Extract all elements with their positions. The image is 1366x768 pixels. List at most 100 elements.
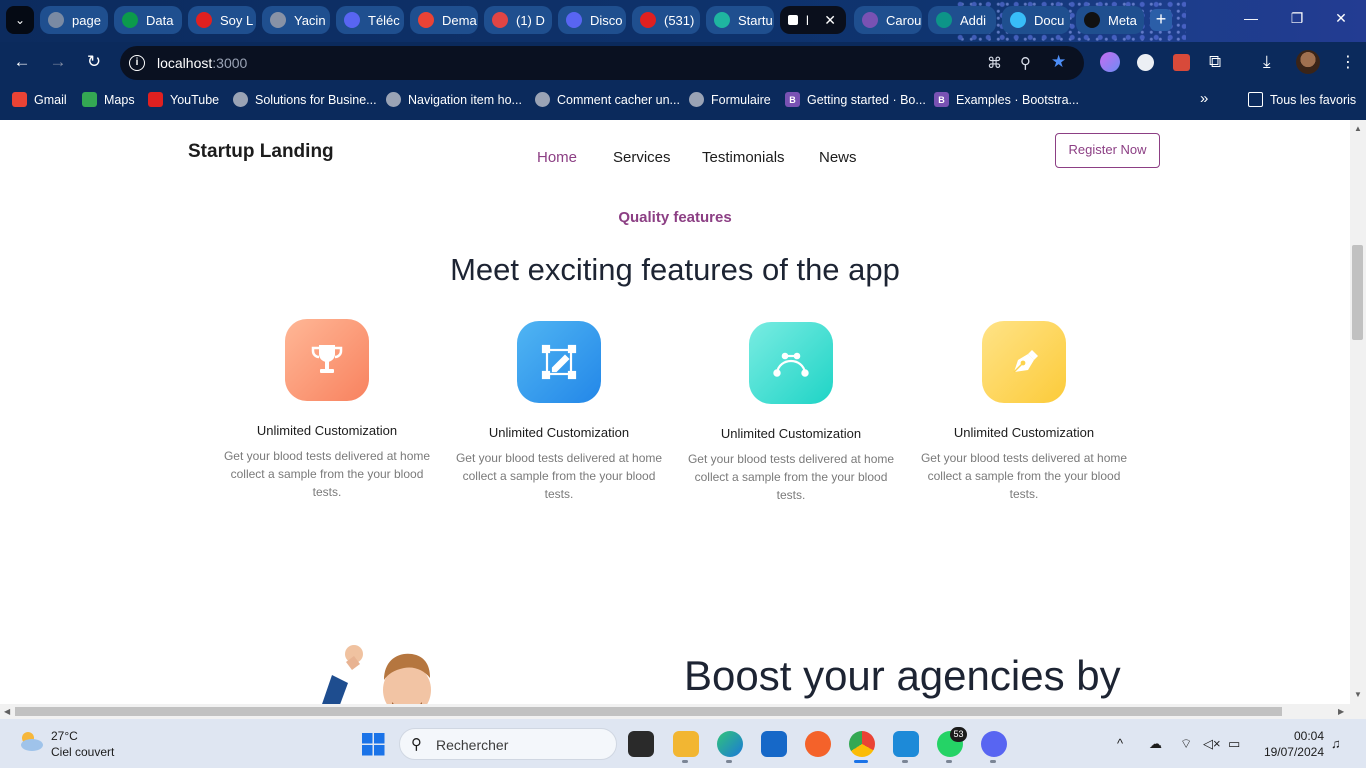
bookmark-label: Formulaire bbox=[711, 92, 771, 107]
browser-tab[interactable]: Docu bbox=[1002, 6, 1070, 34]
minimize-icon[interactable]: — bbox=[1236, 10, 1266, 26]
edge-icon[interactable] bbox=[717, 731, 743, 757]
address-bar[interactable]: i localhost:3000 bbox=[120, 46, 1084, 80]
onedrive-icon[interactable]: ☁ bbox=[1149, 736, 1162, 752]
browser-tab[interactable]: Soy L bbox=[188, 6, 256, 34]
bookmark-item[interactable]: Gmail bbox=[12, 92, 67, 107]
bookmark-item[interactable]: B Getting started · Bo... bbox=[785, 92, 926, 107]
extension-icon[interactable] bbox=[1173, 54, 1190, 71]
extension-icon[interactable] bbox=[1137, 54, 1154, 71]
tab-title: Startu bbox=[738, 12, 773, 28]
bookmark-item[interactable]: Formulaire bbox=[689, 92, 771, 107]
browser-tab[interactable]: Data bbox=[114, 6, 182, 34]
browser-tab[interactable]: Meta bbox=[1076, 6, 1144, 34]
restore-icon[interactable]: ❐ bbox=[1282, 10, 1312, 27]
browser-tab[interactable]: Téléc bbox=[336, 6, 404, 34]
tab-active[interactable]: l ✕ bbox=[780, 6, 846, 34]
browser-tab[interactable]: Carou bbox=[854, 6, 922, 34]
bookmark-item[interactable]: Maps bbox=[82, 92, 135, 107]
tab-search-chevron-icon[interactable]: ⌄ bbox=[6, 6, 34, 34]
back-icon[interactable]: ← bbox=[12, 52, 32, 72]
bookmark-item[interactable]: Comment cacher un... bbox=[535, 92, 680, 107]
pen-nib-icon bbox=[982, 321, 1066, 403]
tab-favicon-icon bbox=[640, 12, 656, 28]
notifications-bell-icon[interactable]: ♫ bbox=[1331, 736, 1341, 751]
horizontal-scrollbar[interactable]: ◀ ▶ bbox=[0, 704, 1366, 719]
app-icon[interactable] bbox=[805, 731, 831, 757]
bookmark-label: Navigation item ho... bbox=[408, 92, 522, 107]
new-tab-button[interactable]: + bbox=[1150, 9, 1172, 31]
scroll-down-icon[interactable]: ▼ bbox=[1354, 690, 1362, 699]
nav-news[interactable]: News bbox=[819, 149, 857, 166]
site-info-icon[interactable]: i bbox=[129, 55, 145, 71]
translate-icon[interactable]: ⌘ bbox=[987, 54, 1002, 72]
tab-title: Yacin bbox=[294, 12, 326, 28]
windows-start-icon[interactable] bbox=[362, 733, 385, 756]
bookmark-item[interactable]: Solutions for Busine... bbox=[233, 92, 377, 107]
browser-tab[interactable]: Startu bbox=[706, 6, 774, 34]
nav-testimonials[interactable]: Testimonials bbox=[702, 149, 785, 166]
browser-tab[interactable]: Disco bbox=[558, 6, 626, 34]
extensions-puzzle-icon[interactable]: ⧉ bbox=[1209, 52, 1221, 72]
weather-condition[interactable]: Ciel couvert bbox=[51, 745, 114, 759]
discord-icon[interactable] bbox=[981, 731, 1007, 757]
extension-icon[interactable] bbox=[1100, 52, 1120, 72]
cloud-sun-icon[interactable] bbox=[18, 730, 44, 752]
url-text[interactable]: localhost:3000 bbox=[157, 55, 247, 71]
scrollbar-thumb[interactable] bbox=[15, 707, 1282, 716]
bookmark-label: Getting started · Bo... bbox=[807, 92, 926, 107]
tab-title: Soy L bbox=[220, 12, 254, 28]
all-bookmarks-folder[interactable]: Tous les favoris bbox=[1248, 92, 1356, 107]
site-logo[interactable]: Startup Landing bbox=[188, 141, 334, 163]
tab-favicon-icon bbox=[936, 12, 952, 28]
bookmark-item[interactable]: B Examples · Bootstra... bbox=[934, 92, 1079, 107]
feature-card: Unlimited Customization Get your blood t… bbox=[916, 321, 1132, 503]
tab-title: Docu bbox=[1034, 12, 1065, 28]
feature-description: Get your blood tests delivered at home c… bbox=[455, 451, 663, 501]
browser-tab[interactable]: (531) bbox=[632, 6, 700, 34]
nav-home[interactable]: Home bbox=[537, 149, 577, 166]
task-view-icon[interactable] bbox=[628, 731, 654, 757]
browser-tab[interactable]: (1) D bbox=[484, 6, 552, 34]
vertical-scrollbar[interactable]: ▲ ▼ bbox=[1350, 120, 1366, 704]
close-tab-icon[interactable]: ✕ bbox=[824, 12, 836, 29]
bookmark-star-icon[interactable]: ★ bbox=[1051, 52, 1066, 72]
system-clock[interactable]: 00:04 19/07/2024 bbox=[1262, 729, 1324, 759]
feature-description: Get your blood tests delivered at home c… bbox=[223, 449, 431, 499]
bookmark-item[interactable]: Navigation item ho... bbox=[386, 92, 522, 107]
menu-kebab-icon[interactable]: ⋮ bbox=[1340, 52, 1356, 72]
zoom-icon[interactable]: ⚲ bbox=[1020, 54, 1031, 72]
browser-tab[interactable]: page bbox=[40, 6, 108, 34]
battery-icon[interactable]: ▭ bbox=[1228, 736, 1240, 752]
browser-tab[interactable]: Yacin bbox=[262, 6, 330, 34]
scroll-left-icon[interactable]: ◀ bbox=[4, 707, 10, 716]
tab-title: (1) D bbox=[516, 12, 545, 28]
more-bookmarks-icon[interactable]: » bbox=[1200, 90, 1208, 107]
tab-favicon-icon bbox=[714, 12, 730, 28]
vscode-icon[interactable] bbox=[893, 731, 919, 757]
weather-temperature[interactable]: 27°C bbox=[51, 729, 78, 743]
taskbar-search-input[interactable]: ⚲ Rechercher bbox=[399, 728, 617, 760]
tray-chevron-icon[interactable]: ^ bbox=[1117, 736, 1123, 751]
forward-icon[interactable]: → bbox=[48, 52, 68, 72]
profile-avatar[interactable] bbox=[1296, 50, 1320, 74]
nav-services[interactable]: Services bbox=[613, 149, 671, 166]
download-icon[interactable]: ⤓ bbox=[1263, 52, 1271, 72]
ms-store-icon[interactable] bbox=[761, 731, 787, 757]
chrome-icon[interactable] bbox=[849, 731, 875, 757]
register-button[interactable]: Register Now bbox=[1055, 133, 1160, 168]
browser-tab[interactable]: Dema bbox=[410, 6, 478, 34]
reload-icon[interactable]: ↻ bbox=[84, 52, 104, 72]
wifi-icon[interactable]: ⌔ bbox=[1180, 736, 1192, 752]
scroll-up-icon[interactable]: ▲ bbox=[1354, 124, 1362, 133]
bookmark-item[interactable]: YouTube bbox=[148, 92, 219, 107]
tab-title: Disco bbox=[590, 12, 623, 28]
file-explorer-icon[interactable] bbox=[673, 731, 699, 757]
scrollbar-thumb[interactable] bbox=[1352, 245, 1363, 340]
browser-tab[interactable]: Addi bbox=[928, 6, 996, 34]
volume-muted-icon[interactable]: ◁× bbox=[1203, 736, 1221, 752]
running-indicator bbox=[726, 760, 732, 763]
scroll-right-icon[interactable]: ▶ bbox=[1338, 707, 1344, 716]
close-window-icon[interactable]: ✕ bbox=[1326, 10, 1356, 27]
running-indicator bbox=[946, 760, 952, 763]
